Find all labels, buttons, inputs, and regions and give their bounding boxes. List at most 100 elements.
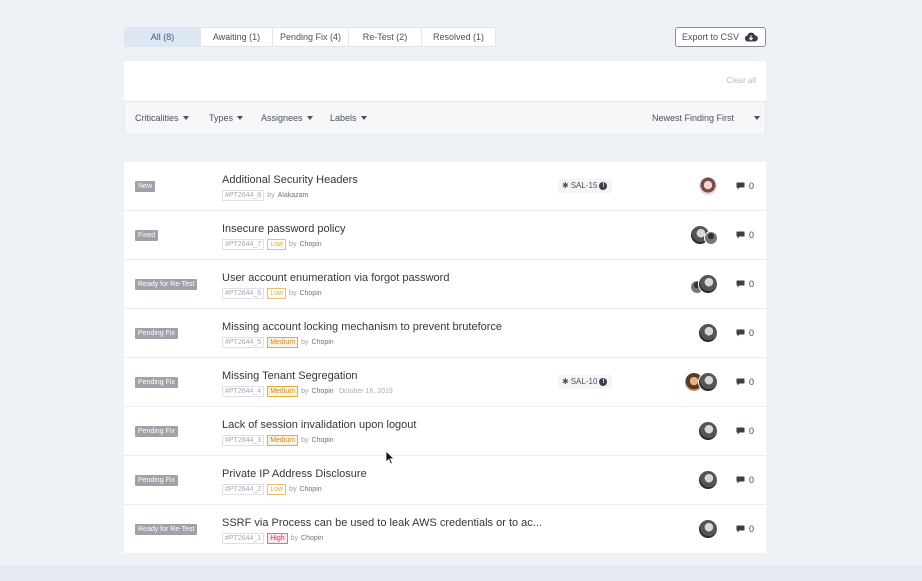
status-badge: Pending Fix	[135, 328, 178, 339]
tab-awaiting[interactable]: Awaiting (1)	[201, 27, 273, 47]
finding-id: #PT2644_6	[222, 288, 265, 299]
avatar[interactable]	[698, 323, 718, 343]
finding-id: #PT2644_2	[222, 484, 265, 495]
comment-count[interactable]: 0	[736, 377, 754, 387]
finding-title[interactable]: Missing Tenant Segregation	[222, 370, 358, 382]
finding-author: Alakazam	[277, 192, 309, 199]
finding-id: #PT2644_7	[222, 239, 265, 250]
avatar[interactable]	[698, 421, 718, 441]
by-prefix: by	[289, 486, 297, 493]
assignees	[698, 470, 718, 490]
tab-pending-fix[interactable]: Pending Fix (4)	[273, 27, 349, 47]
criticality-badge: Low	[267, 239, 287, 250]
comment-number: 0	[748, 426, 754, 436]
comment-count[interactable]: 0	[736, 426, 754, 436]
filter-bar: Criticalities Types Assignees Labels New…	[124, 101, 766, 135]
finding-author: Chopin	[299, 241, 322, 248]
finding-title[interactable]: Missing account locking mechanism to pre…	[222, 321, 502, 333]
export-csv-button[interactable]: Export to CSV	[675, 27, 766, 47]
comment-number: 0	[748, 181, 754, 191]
avatar[interactable]	[698, 176, 718, 196]
filter-label: Types	[209, 113, 234, 123]
finding-row[interactable]: Fixed Insecure password policy #PT2644_7…	[124, 211, 766, 260]
finding-meta: #PT2644_8 by Alakazam	[222, 190, 308, 201]
comment-count[interactable]: 0	[736, 475, 754, 485]
by-prefix: by	[289, 241, 297, 248]
tab-all[interactable]: All (8)	[124, 27, 201, 47]
criticality-badge: Medium	[267, 386, 299, 397]
caret-down-icon	[360, 116, 367, 120]
search-bar[interactable]: Clear all	[124, 61, 766, 101]
finding-row[interactable]: Pending Fix Missing Tenant Segregation #…	[124, 358, 766, 407]
criticality-badge: Medium	[267, 435, 299, 446]
status-tabs: All (8) Awaiting (1) Pending Fix (4) Re-…	[124, 27, 496, 47]
ticket-tag[interactable]: ✱ SAL-15 !	[558, 179, 612, 193]
filter-criticalities[interactable]: Criticalities	[135, 113, 189, 123]
finding-author: Chopin	[299, 290, 322, 297]
bug-icon: ✱	[562, 377, 569, 386]
comment-number: 0	[748, 377, 754, 387]
finding-title[interactable]: Insecure password policy	[222, 223, 346, 235]
comment-icon	[736, 329, 745, 337]
finding-title[interactable]: Private IP Address Disclosure	[222, 468, 367, 480]
assignees	[698, 519, 718, 539]
criticality-badge: Medium	[267, 337, 299, 348]
finding-title[interactable]: Lack of session invalidation upon logout	[222, 419, 416, 431]
filter-label: Criticalities	[135, 113, 179, 123]
comment-count[interactable]: 0	[736, 230, 754, 240]
comment-count[interactable]: 0	[736, 279, 754, 289]
info-icon: !	[599, 378, 608, 386]
finding-meta: #PT2644_5 Medium by Chopin	[222, 337, 334, 348]
finding-author: Chopin	[311, 388, 334, 395]
finding-row[interactable]: Pending Fix Lack of session invalidation…	[124, 407, 766, 456]
finding-row[interactable]: Ready for Re-Test SSRF via Process can b…	[124, 505, 766, 554]
tab-resolved[interactable]: Resolved (1)	[422, 27, 496, 47]
filter-types[interactable]: Types	[209, 113, 244, 123]
status-badge: Ready for Re-Test	[135, 524, 198, 535]
tab-re-test[interactable]: Re-Test (2)	[349, 27, 422, 47]
mouse-cursor-icon	[385, 450, 395, 465]
comment-count[interactable]: 0	[736, 181, 754, 191]
assignees	[698, 421, 718, 441]
finding-row[interactable]: New Additional Security Headers #PT2644_…	[124, 162, 766, 211]
finding-title[interactable]: User account enumeration via forgot pass…	[222, 272, 449, 284]
by-prefix: by	[301, 339, 309, 346]
comment-count[interactable]: 0	[736, 328, 754, 338]
criticality-badge: Low	[267, 288, 287, 299]
info-icon: !	[599, 182, 608, 190]
assignees	[690, 274, 718, 294]
filter-labels[interactable]: Labels	[330, 113, 367, 123]
finding-row[interactable]: Pending Fix Missing account locking mech…	[124, 309, 766, 358]
assignees	[684, 372, 718, 392]
avatar[interactable]	[704, 231, 718, 245]
comment-count[interactable]: 0	[736, 524, 754, 534]
comment-icon	[736, 280, 745, 288]
caret-down-icon	[237, 116, 244, 120]
comment-number: 0	[748, 230, 754, 240]
finding-row[interactable]: Ready for Re-Test User account enumerati…	[124, 260, 766, 309]
comment-icon	[736, 476, 745, 484]
finding-meta: #PT2644_2 Low by Chopin	[222, 484, 322, 495]
clear-all-link[interactable]: Clear all	[727, 76, 756, 85]
by-prefix: by	[267, 192, 275, 199]
avatar[interactable]	[698, 372, 718, 392]
by-prefix: by	[301, 437, 309, 444]
finding-row[interactable]: Pending Fix Private IP Address Disclosur…	[124, 456, 766, 505]
finding-title[interactable]: Additional Security Headers	[222, 174, 358, 186]
caret-down-icon	[182, 116, 189, 120]
filter-assignees[interactable]: Assignees	[261, 113, 313, 123]
comment-number: 0	[748, 279, 754, 289]
page-footer	[0, 565, 922, 581]
ticket-tag[interactable]: ✱ SAL-10 !	[558, 375, 612, 389]
avatar[interactable]	[698, 470, 718, 490]
avatar[interactable]	[698, 274, 718, 294]
finding-meta: #PT2644_6 Low by Chopin	[222, 288, 322, 299]
status-badge: Pending Fix	[135, 475, 178, 486]
status-badge: New	[135, 181, 156, 192]
finding-id: #PT2644_1	[222, 533, 265, 544]
sort-select[interactable]: Newest Finding First	[652, 113, 761, 123]
status-badge: Pending Fix	[135, 377, 178, 388]
finding-meta: #PT2644_1 High by Chopin	[222, 533, 323, 544]
finding-title[interactable]: SSRF via Process can be used to leak AWS…	[222, 517, 542, 529]
avatar[interactable]	[698, 519, 718, 539]
